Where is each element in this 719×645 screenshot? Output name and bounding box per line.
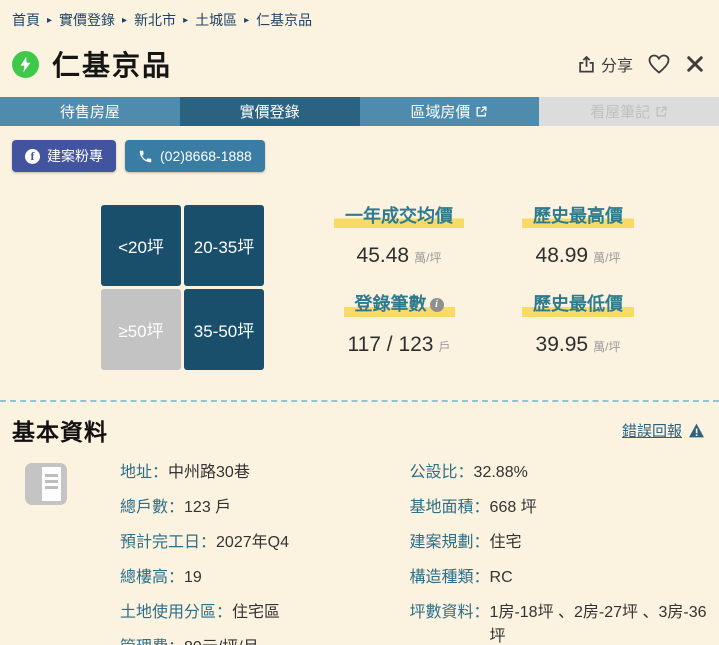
- stat-label: 歷史最低價: [522, 293, 634, 316]
- stat-registered-count: 登錄筆數 117 / 123 戶: [344, 293, 455, 356]
- detail-management-fee: 管理費： 80元/坪/月: [120, 636, 400, 645]
- stat-value: 117 / 123: [347, 333, 433, 357]
- tab-price-registry[interactable]: 實價登錄: [180, 97, 360, 126]
- detail-address: 地址： 中州路30巷: [120, 461, 400, 485]
- favorite-button[interactable]: [647, 52, 671, 76]
- price-stats: 一年成交均價 45.48 萬/坪 登錄筆數 117 / 123 戶 歷史最高價: [334, 205, 634, 370]
- filter-35-50-ping[interactable]: 35-50坪: [184, 289, 264, 370]
- details-right-column: 公設比： 32.88% 基地面積： 668 坪 建案規劃： 住宅 構造種類： R…: [410, 461, 709, 645]
- stat-unit: 萬/坪: [593, 249, 620, 266]
- breadcrumb-city[interactable]: 新北市: [134, 10, 176, 30]
- breadcrumb-current: 仁基京品: [256, 10, 312, 30]
- share-label: 分享: [601, 52, 633, 76]
- stat-avg-price-1yr: 一年成交均價 45.48 萬/坪: [334, 205, 464, 268]
- heart-icon: [647, 52, 671, 76]
- stats-column-right: 歷史最高價 48.99 萬/坪 歷史最低價 39.95 萬/坪: [522, 205, 634, 370]
- info-icon[interactable]: [430, 298, 444, 312]
- phone-number-label: (02)8668-1888: [160, 148, 252, 164]
- detail-public-ratio: 公設比： 32.88%: [410, 461, 709, 485]
- chevron-right-icon: ▸: [47, 15, 52, 26]
- detail-unit-sizes: 坪數資料： 1房-18坪 、2房-27坪 、3房-36坪: [410, 601, 709, 645]
- stat-highest-price: 歷史最高價 48.99 萬/坪: [522, 205, 634, 268]
- detail-project-plan: 建案規劃： 住宅: [410, 531, 709, 555]
- share-icon: [577, 55, 596, 74]
- stat-lowest-price: 歷史最低價 39.95 萬/坪: [522, 293, 634, 356]
- detail-site-area: 基地面積： 668 坪: [410, 496, 709, 520]
- filter-20-35-ping[interactable]: 20-35坪: [184, 205, 264, 286]
- error-report-link[interactable]: 錯誤回報: [622, 420, 705, 441]
- size-filter-grid: <20坪 20-35坪 ≥50坪 35-50坪: [101, 205, 264, 370]
- breadcrumb-district[interactable]: 土城區: [195, 10, 237, 30]
- breadcrumb-price-registry[interactable]: 實價登錄: [59, 10, 115, 30]
- share-button[interactable]: 分享: [577, 52, 633, 76]
- chevron-right-icon: ▸: [183, 15, 188, 26]
- facebook-page-label: 建案粉專: [47, 146, 103, 166]
- phone-button[interactable]: (02)8668-1888: [125, 140, 265, 172]
- lightning-bolt-icon: [12, 51, 39, 78]
- action-buttons: 建案粉專 (02)8668-1888: [0, 126, 719, 172]
- tab-for-sale[interactable]: 待售房屋: [0, 97, 180, 126]
- detail-land-zoning: 土地使用分區： 住宅區: [120, 601, 400, 625]
- tab-area-prices-label: 區域房價: [410, 101, 470, 122]
- error-report-label: 錯誤回報: [622, 420, 682, 441]
- summary-section: <20坪 20-35坪 ≥50坪 35-50坪 一年成交均價 45.48 萬/坪…: [0, 205, 719, 370]
- detail-structure-type: 構造種類： RC: [410, 566, 709, 590]
- warning-icon: [688, 423, 705, 438]
- external-link-icon: [475, 105, 488, 118]
- filter-over-50-ping[interactable]: ≥50坪: [101, 289, 181, 370]
- filter-under-20-ping[interactable]: <20坪: [101, 205, 181, 286]
- stat-unit: 萬/坪: [414, 249, 441, 266]
- stat-value: 45.48: [357, 244, 410, 268]
- detail-completion-date: 預計完工日： 2027年Q4: [120, 531, 400, 555]
- stat-label: 登錄筆數: [355, 293, 427, 316]
- close-button[interactable]: [685, 54, 705, 74]
- stat-value: 48.99: [536, 244, 589, 268]
- stat-unit: 戶: [439, 338, 451, 355]
- basic-info-section: 基本資料 錯誤回報 地址： 中州路30巷 總戶數： 123 戶: [0, 402, 719, 645]
- details-left-column: 地址： 中州路30巷 總戶數： 123 戶 預計完工日： 2027年Q4 總樓高…: [120, 461, 400, 645]
- stat-unit: 萬/坪: [593, 338, 620, 355]
- document-icon: [25, 463, 67, 505]
- tab-area-prices[interactable]: 區域房價: [360, 97, 540, 126]
- phone-icon: [138, 149, 153, 164]
- tab-bar: 待售房屋 實價登錄 區域房價 看屋筆記: [0, 97, 719, 126]
- tab-viewing-notes-label: 看屋筆記: [590, 101, 650, 122]
- stat-label: 歷史最高價: [522, 205, 634, 228]
- stat-label: 一年成交均價: [334, 205, 464, 228]
- detail-total-floors: 總樓高： 19: [120, 566, 400, 590]
- breadcrumb: 首頁 ▸ 實價登錄 ▸ 新北市 ▸ 土城區 ▸ 仁基京品: [0, 0, 719, 30]
- stat-value: 39.95: [536, 333, 589, 357]
- stats-column-left: 一年成交均價 45.48 萬/坪 登錄筆數 117 / 123 戶: [334, 205, 464, 370]
- chevron-right-icon: ▸: [244, 15, 249, 26]
- facebook-page-button[interactable]: 建案粉專: [12, 140, 116, 172]
- page-header: 仁基京品 分享: [0, 42, 719, 86]
- page-title: 仁基京品: [52, 44, 172, 84]
- external-link-icon: [655, 105, 668, 118]
- tab-viewing-notes[interactable]: 看屋筆記: [539, 97, 719, 126]
- detail-total-units: 總戶數： 123 戶: [120, 496, 400, 520]
- breadcrumb-home[interactable]: 首頁: [12, 10, 40, 30]
- facebook-icon: [25, 149, 40, 164]
- chevron-right-icon: ▸: [122, 15, 127, 26]
- close-icon: [685, 54, 705, 74]
- basic-info-heading: 基本資料: [12, 413, 108, 447]
